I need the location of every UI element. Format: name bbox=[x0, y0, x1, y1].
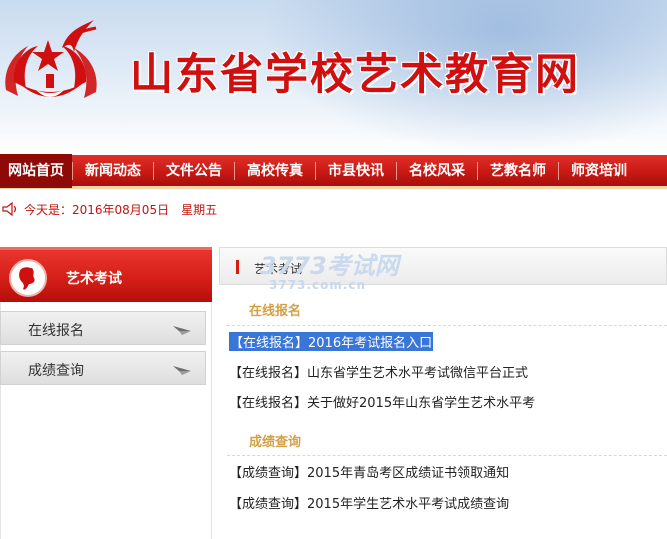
list-item[interactable]: 【在线报名】2016年考试报名入口 bbox=[229, 332, 434, 351]
section-divider bbox=[227, 325, 667, 326]
panel-header: 艺术考试 3773考试网 3773.com.cn bbox=[219, 247, 667, 292]
nav-item-teachers[interactable]: 艺教名师 bbox=[478, 154, 558, 188]
sidebar-item-label: 在线报名 bbox=[28, 323, 84, 339]
header-banner: 山东省学校艺术教育网 bbox=[0, 0, 667, 155]
list-item[interactable]: 【在线报名】山东省学生艺术水平考试微信平台正式 bbox=[229, 362, 528, 381]
nav-item-home[interactable]: 网站首页 bbox=[0, 153, 72, 188]
current-date: 今天是：2016年08月05日 星期五 bbox=[24, 202, 218, 217]
section-divider bbox=[227, 455, 667, 456]
nav-item-news[interactable]: 新闻动态 bbox=[73, 154, 153, 188]
site-title: 山东省学校艺术教育网 bbox=[130, 50, 580, 100]
section-title-registration: 在线报名 bbox=[249, 304, 302, 319]
sidebar-category-title: 艺术考试 bbox=[66, 271, 122, 287]
watermark-logo: 3773考试网 bbox=[260, 252, 399, 280]
sidebar-item-online-registration[interactable]: 在线报名 bbox=[0, 311, 206, 345]
speaker-icon bbox=[2, 202, 17, 216]
watermark-url: 3773.com.cn bbox=[269, 278, 367, 292]
nav-item-city-news[interactable]: 市县快讯 bbox=[316, 154, 396, 188]
sidebar: 艺术考试 在线报名 成绩查询 bbox=[0, 247, 212, 539]
nav-item-famous-schools[interactable]: 名校风采 bbox=[397, 154, 477, 188]
main-content: 艺术考试 3773考试网 3773.com.cn 在线报名 【在线报名】2016… bbox=[219, 247, 667, 539]
paper-plane-icon bbox=[173, 366, 191, 375]
nav-item-announcements[interactable]: 文件公告 bbox=[154, 154, 234, 188]
nav-item-university-news[interactable]: 高校传真 bbox=[235, 154, 315, 188]
date-line: 今天是：2016年08月05日 星期五 bbox=[0, 196, 667, 222]
site-logo bbox=[5, 20, 97, 98]
paper-plane-icon bbox=[173, 326, 191, 335]
sidebar-item-label: 成绩查询 bbox=[28, 363, 84, 379]
list-item[interactable]: 【在线报名】关于做好2015年山东省学生艺术水平考 bbox=[229, 392, 535, 411]
sidebar-category-header: 艺术考试 bbox=[0, 247, 212, 302]
panel-header-marker bbox=[236, 260, 239, 274]
main-nav: 网站首页 新闻动态 文件公告 高校传真 市县快讯 名校风采 艺教名师 师资培训 bbox=[0, 153, 667, 189]
sidebar-item-score-query[interactable]: 成绩查询 bbox=[0, 351, 206, 385]
list-item[interactable]: 【成绩查询】2015年学生艺术水平考试成绩查询 bbox=[229, 493, 509, 512]
map-badge-icon bbox=[9, 259, 47, 297]
list-item[interactable]: 【成绩查询】2015年青岛考区成绩证书领取通知 bbox=[229, 462, 509, 481]
section-title-scores: 成绩查询 bbox=[249, 435, 302, 450]
nav-item-training[interactable]: 师资培训 bbox=[559, 154, 639, 188]
